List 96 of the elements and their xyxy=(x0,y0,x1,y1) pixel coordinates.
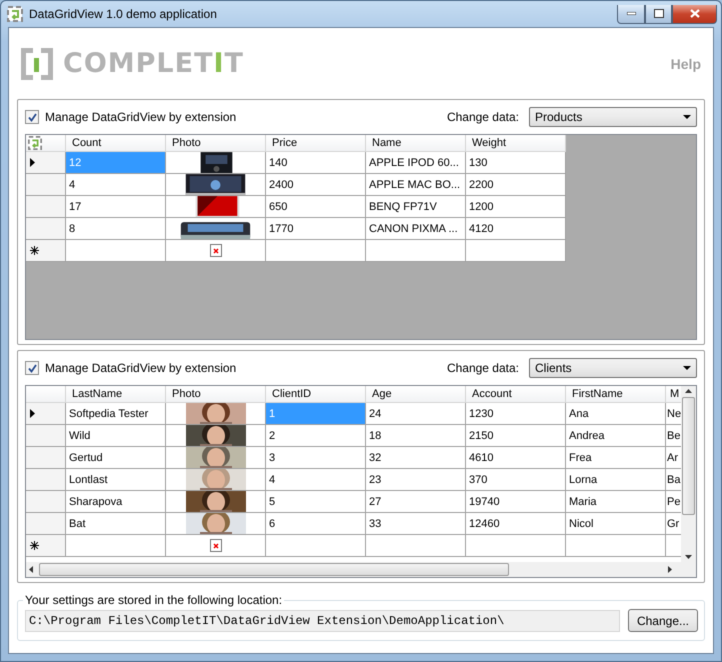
column-header[interactable]: Age xyxy=(366,386,466,403)
new-row-icon xyxy=(30,541,39,550)
column-header[interactable]: LastName xyxy=(66,386,166,403)
table-cell[interactable]: 2200 xyxy=(466,174,566,196)
scroll-right-icon xyxy=(668,566,672,573)
column-header[interactable]: Weight xyxy=(466,135,566,152)
table-cell[interactable]: 2150 xyxy=(466,425,566,447)
table-cell[interactable]: 370 xyxy=(466,469,566,491)
data-dropdown[interactable]: Products xyxy=(529,107,697,127)
table-cell[interactable]: Sharapova xyxy=(66,491,166,513)
table-cell[interactable]: Wild xyxy=(66,425,166,447)
table-cell[interactable]: Bat xyxy=(66,513,166,535)
table-cell[interactable]: Maria xyxy=(566,491,666,513)
new-row-icon xyxy=(30,246,39,255)
row-header[interactable] xyxy=(26,403,66,425)
table-cell[interactable]: Lontlast xyxy=(66,469,166,491)
scroll-up-icon xyxy=(685,389,692,393)
change-data-label: Change data: xyxy=(446,110,519,124)
table-cell[interactable]: Frea xyxy=(566,447,666,469)
table-cell[interactable]: 4 xyxy=(66,174,166,196)
table-cell[interactable]: 140 xyxy=(266,152,366,174)
table-cell[interactable]: 27 xyxy=(366,491,466,513)
maximize-icon xyxy=(654,9,664,18)
table-cell[interactable]: 4610 xyxy=(466,447,566,469)
maximize-button[interactable] xyxy=(645,4,672,24)
broken-image-icon xyxy=(210,244,222,257)
window-title: DataGridView 1.0 demo application xyxy=(29,7,218,21)
table-cell[interactable]: Nicol xyxy=(566,513,666,535)
column-header[interactable]: Photo xyxy=(166,135,266,152)
table-cell[interactable]: 650 xyxy=(266,196,366,218)
table-cell[interactable]: 2400 xyxy=(266,174,366,196)
table-cell[interactable]: Ana xyxy=(566,403,666,425)
column-header[interactable]: ClientID xyxy=(266,386,366,403)
table-cell[interactable]: 130 xyxy=(466,152,566,174)
change-data-label: Change data: xyxy=(446,361,519,375)
table-cell[interactable]: 8 xyxy=(66,218,166,240)
table-cell[interactable]: 6 xyxy=(266,513,366,535)
column-header[interactable]: Photo xyxy=(166,386,266,403)
table-cell[interactable]: 24 xyxy=(366,403,466,425)
checkbox[interactable] xyxy=(25,110,39,124)
dropdown-arrow-icon xyxy=(683,115,691,119)
table-cell[interactable]: 4 xyxy=(266,469,366,491)
table-cell[interactable]: 12460 xyxy=(466,513,566,535)
table-cell[interactable]: 33 xyxy=(366,513,466,535)
row-header[interactable] xyxy=(26,240,66,262)
table-cell[interactable]: 23 xyxy=(366,469,466,491)
column-header[interactable]: Price xyxy=(266,135,366,152)
table-cell[interactable]: 18 xyxy=(366,425,466,447)
minimize-icon xyxy=(626,12,636,15)
path-field[interactable]: C:\Program Files\CompletIT\DataGridView Extension\DemoApplication\ xyxy=(25,610,620,632)
column-header[interactable]: Account xyxy=(466,386,566,403)
column-header[interactable]: Count xyxy=(66,135,166,152)
table-cell[interactable]: 32 xyxy=(366,447,466,469)
row-header[interactable] xyxy=(26,535,66,557)
column-header[interactable]: FirstName xyxy=(566,386,666,403)
data-dropdown[interactable]: Clients xyxy=(529,358,697,378)
app-icon xyxy=(7,6,23,22)
table-cell[interactable]: 17 xyxy=(66,196,166,218)
dropdown-arrow-icon xyxy=(683,366,691,370)
table-cell[interactable]: 2 xyxy=(266,425,366,447)
table-cell[interactable]: APPLE IPOD 60... xyxy=(366,152,466,174)
table-cell[interactable]: Gertud xyxy=(66,447,166,469)
current-row-icon xyxy=(30,158,35,167)
table-cell[interactable]: Softpedia Tester xyxy=(66,403,166,425)
table-cell[interactable]: 1230 xyxy=(466,403,566,425)
column-header[interactable]: Name xyxy=(366,135,466,152)
table-cell[interactable]: BENQ FP71V xyxy=(366,196,466,218)
table-cell[interactable]: Lorna xyxy=(566,469,666,491)
row-header[interactable] xyxy=(26,152,66,174)
table-cell[interactable]: CANON PIXMA ... xyxy=(366,218,466,240)
current-row-icon xyxy=(30,409,35,418)
table-cell[interactable]: 1200 xyxy=(466,196,566,218)
vertical-scrollbar[interactable] xyxy=(681,386,696,562)
grid-corner xyxy=(26,386,66,403)
checkbox-label: Manage DataGridView by extension xyxy=(45,110,238,124)
minimize-button[interactable] xyxy=(617,4,645,24)
logo-icon xyxy=(19,46,55,82)
table-cell[interactable]: APPLE MAC BO... xyxy=(366,174,466,196)
table-cell[interactable]: 19740 xyxy=(466,491,566,513)
table-cell[interactable]: 1770 xyxy=(266,218,366,240)
table-cell[interactable]: 5 xyxy=(266,491,366,513)
checkbox-label: Manage DataGridView by extension xyxy=(45,361,238,375)
checkbox[interactable] xyxy=(25,361,39,375)
close-icon xyxy=(690,9,700,18)
table-cell[interactable]: Andrea xyxy=(566,425,666,447)
horizontal-scrollbar[interactable] xyxy=(26,562,696,577)
logo-text: COMPLETIT xyxy=(63,48,244,79)
scroll-down-icon xyxy=(685,555,692,559)
table-cell[interactable]: 3 xyxy=(266,447,366,469)
scroll-left-icon xyxy=(29,566,33,573)
settings-legend: Your settings are stored in the following location: xyxy=(23,593,284,607)
change-button[interactable]: Change... xyxy=(628,609,698,632)
column-header[interactable]: M xyxy=(666,386,681,403)
broken-image-icon xyxy=(210,539,222,552)
table-cell[interactable]: 4120 xyxy=(466,218,566,240)
close-button[interactable] xyxy=(672,4,717,24)
